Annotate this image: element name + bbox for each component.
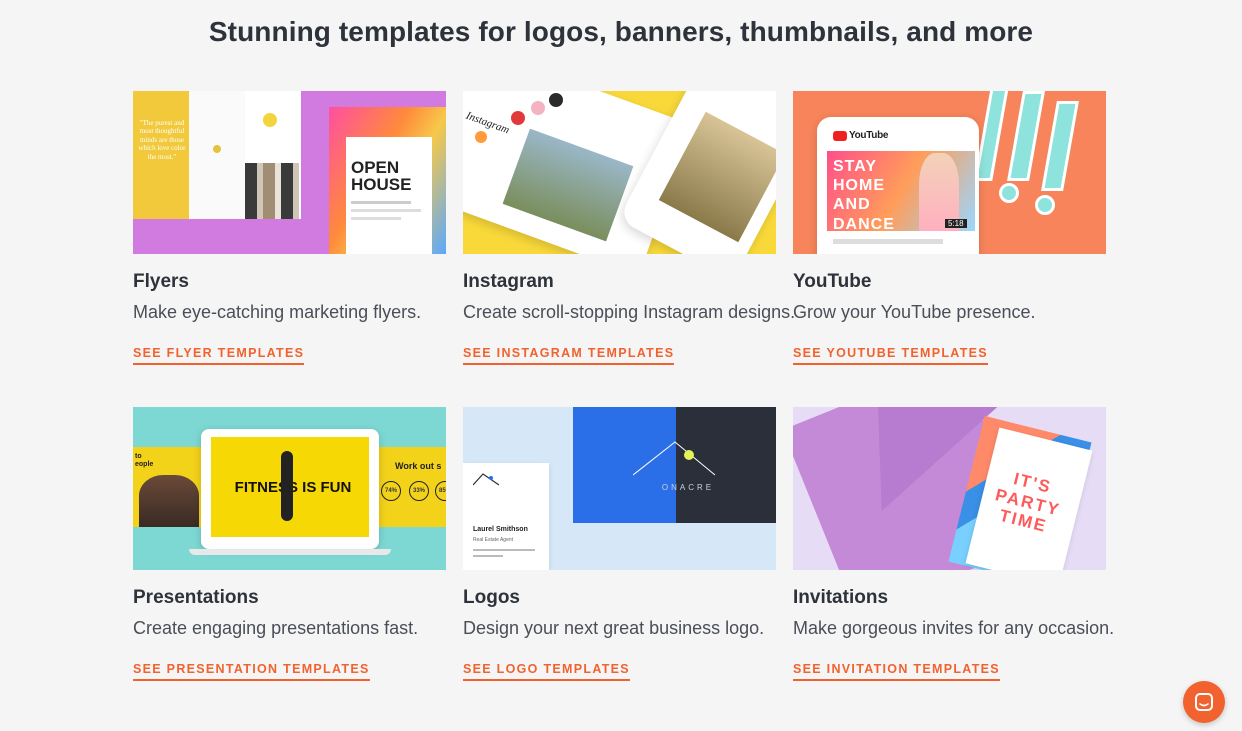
youtube-duration: 5:18 (945, 219, 967, 228)
invitations-thumbnail[interactable]: IT'S PARTY TIME (793, 407, 1106, 570)
youtube-video-text: STAY HOME AND DANCE (833, 158, 895, 233)
card-description: Create engaging presentations fast. (133, 618, 419, 638)
see-flyer-templates-link[interactable]: SEE FLYER TEMPLATES (133, 346, 305, 365)
mountain-small-icon (473, 473, 500, 486)
see-invitation-templates-link[interactable]: SEE INVITATION TEMPLATES (793, 662, 1000, 681)
slide-heading: FITNESS IS FUN (234, 479, 352, 496)
youtube-thumbnail[interactable]: YouTube STAY HOME AND DANCE 5:18 (793, 91, 1106, 254)
card-description: Create scroll-stopping Instagram designs… (463, 302, 796, 322)
see-logo-templates-link[interactable]: SEE LOGO TEMPLATES (463, 662, 630, 681)
card-title: YouTube (793, 271, 872, 292)
card-title: Presentations (133, 587, 259, 608)
card-title: Logos (463, 587, 520, 608)
instagram-thumbnail[interactable]: Instagram (463, 91, 776, 254)
youtube-logo (833, 131, 847, 141)
logos-thumbnail[interactable]: ONACRE Laurel Smithson Real Estate Agent (463, 407, 776, 570)
card-description: Grow your YouTube presence. (793, 302, 1036, 322)
mountain-logo-icon (633, 441, 716, 476)
card-description: Design your next great business logo. (463, 618, 765, 638)
card-description: Make gorgeous invites for any occasion. (793, 618, 1115, 638)
see-presentation-templates-link[interactable]: SEE PRESENTATION TEMPLATES (133, 662, 370, 681)
slide-stat: 33% (409, 481, 429, 501)
slide-stat: 74% (381, 481, 401, 501)
youtube-brand: YouTube (849, 130, 889, 141)
flyer-heading: OPEN HOUSE (351, 158, 412, 194)
card-title: Invitations (793, 587, 889, 608)
card-instagram: Instagram Instagram Create scroll-stoppi… (463, 91, 795, 365)
card-description: Make eye-catching marketing flyers. (133, 302, 422, 322)
card-name: Laurel Smithson (473, 526, 528, 533)
card-role: Real Estate Agent (473, 537, 514, 543)
page-title: Stunning templates for logos, banners, t… (208, 16, 1034, 47)
flyer-quote: "The purest and most thoughtful minds ar… (138, 119, 186, 161)
see-instagram-templates-link[interactable]: SEE INSTAGRAM TEMPLATES (463, 346, 675, 365)
card-title: Flyers (133, 271, 189, 292)
logo-brand: ONACRE (661, 483, 715, 492)
card-flyers: "The purest and most thoughtful minds ar… (133, 91, 446, 365)
presentations-thumbnail[interactable]: to eople FITNESS IS FUN Work out s 74% 3… (133, 407, 446, 570)
card-logos: ONACRE Laurel Smithson Real Estate Agent… (463, 407, 776, 681)
chat-icon (1195, 693, 1213, 711)
flyers-thumbnail[interactable]: "The purest and most thoughtful minds ar… (133, 91, 446, 254)
see-youtube-templates-link[interactable]: SEE YOUTUBE TEMPLATES (793, 346, 988, 365)
slide-side-text: Work out s (395, 461, 442, 471)
slide-left-text: to eople (135, 453, 154, 468)
chat-button[interactable] (1183, 681, 1225, 723)
card-presentations: to eople FITNESS IS FUN Work out s 74% 3… (133, 407, 446, 681)
card-youtube: YouTube STAY HOME AND DANCE 5:18 YouTube… (793, 91, 1106, 365)
card-title: Instagram (463, 271, 554, 292)
card-invitations: IT'S PARTY TIME Invitations Make gorgeou… (793, 407, 1114, 681)
